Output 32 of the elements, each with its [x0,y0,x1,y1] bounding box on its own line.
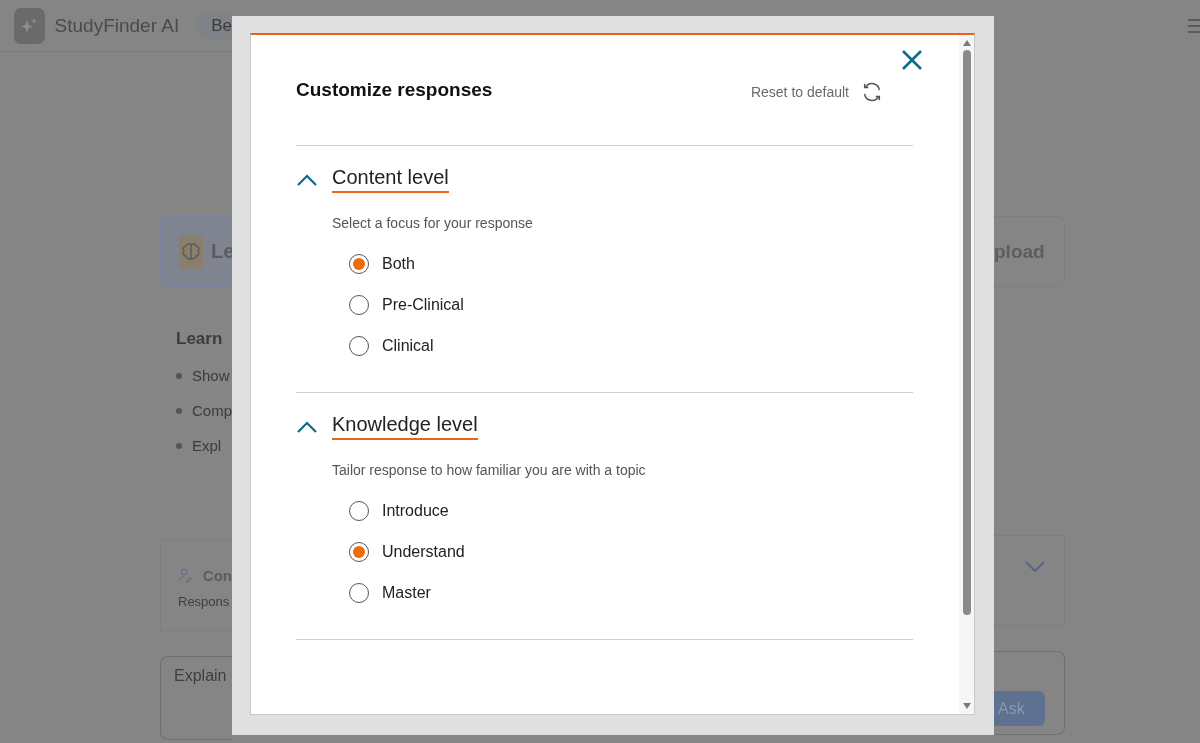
question-field[interactable]: Explain [174,667,232,685]
scroll-up-icon[interactable] [961,39,972,47]
scroll-down-icon[interactable] [961,702,972,710]
chevron-down-icon [1024,560,1046,574]
card-subtitle: Respons [178,594,231,609]
radio-option[interactable]: Introduce [349,490,913,531]
radio-option[interactable]: Master [349,572,913,613]
bullet-item: Show [192,367,230,384]
bullet-item: Comp [192,402,232,419]
app-name: StudyFinder AI [54,14,180,37]
chevron-icon [296,419,318,434]
section-heading: Learn [176,329,224,349]
brain-icon [179,234,203,269]
refresh-icon [861,81,883,103]
section-description: Select a focus for your response [332,215,534,231]
bullet-item: Expl [192,437,222,454]
section-description: Tailor response to how familiar you are with a topic [332,462,647,478]
radio-option[interactable]: Understand [349,531,913,572]
section-toggle[interactable]: Knowledge level [296,413,913,440]
bullet-icon [176,407,182,414]
bullet-icon [176,372,182,379]
scrollbar[interactable] [959,35,974,714]
radio-option[interactable]: Both [349,243,913,284]
beta-badge: Be [197,11,232,40]
bullet-icon [176,442,182,449]
sparkle-logo-icon [14,7,45,44]
radio-option[interactable]: Clinical [349,325,913,366]
chevron-icon [296,172,318,187]
section-toggle[interactable]: Content level [296,166,913,193]
reset-button[interactable]: Reset to default [750,81,883,103]
radio-option[interactable]: Pre-Clinical [349,284,913,325]
dialog-title: Customize responses [296,79,494,101]
